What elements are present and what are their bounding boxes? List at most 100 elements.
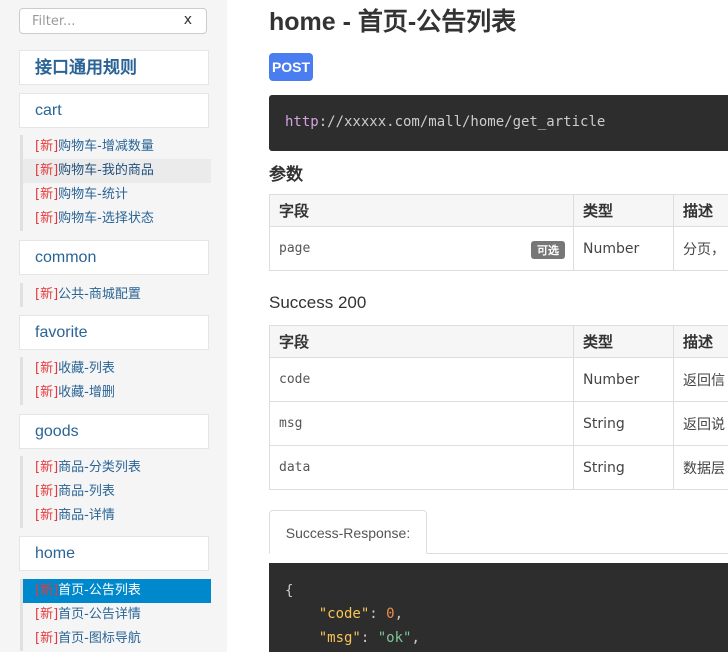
new-tag: [新] [35,385,59,400]
field-cell: msg [269,401,574,446]
nav-item-favorite-list[interactable]: [新]收藏-列表 [23,357,211,381]
nav-header-goods[interactable]: goods [19,414,209,449]
nav-header-home[interactable]: home [19,536,209,571]
url-bar: http://xxxxx.com/mall/home/get_article [269,95,728,151]
new-tag: [新] [35,287,59,302]
json-value: 0 [386,606,395,622]
nav-group-cart: [新]购物车-增减数量 [新]购物车-我的商品 [新]购物车-统计 [新]购物车… [20,135,211,231]
nav-group-favorite: [新]收藏-列表 [新]收藏-增删 [20,357,211,405]
json-key: "code" [318,606,370,622]
nav-item-home-icon-nav[interactable]: [新]首页-图标导航 [23,627,211,651]
table-header-row: 字段 类型 描述 [269,194,728,227]
filter-box: x [19,8,207,34]
endpoint-url: http://xxxxx.com/mall/home/get_article [285,114,605,130]
new-tag: [新] [35,139,59,154]
code-line: "code": 0, [285,606,403,622]
nav-header-cart[interactable]: cart [19,93,209,128]
new-tag: [新] [35,361,59,376]
nav-item-label: 购物车-选择状态 [58,211,154,226]
new-tag: [新] [35,607,59,622]
new-tag: [新] [35,460,59,475]
new-tag: [新] [35,211,59,226]
field-cell: page 可选 [269,226,574,271]
nav-item-label: 首页-图标导航 [58,631,141,646]
nav-item-cart-stats[interactable]: [新]购物车-统计 [23,183,211,207]
nav-header-common[interactable]: common [19,240,209,275]
nav-item-label: 首页-公告列表 [58,583,141,598]
nav-group-common: [新]公共-商城配置 [20,283,211,307]
params-title: 参数 [269,165,303,184]
desc-cell: 分页， [673,226,728,271]
nav-item-label: 首页-公告详情 [58,607,141,622]
table-row: code Number 返回信 [269,357,728,402]
new-tag: [新] [35,508,59,523]
table-row: msg String 返回说 [269,401,728,446]
nav-item-label: 商品-分类列表 [58,460,141,475]
nav-item-goods-list[interactable]: [新]商品-列表 [23,480,211,504]
field-cell: code [269,357,574,402]
nav-item-common-config[interactable]: [新]公共-商城配置 [23,283,211,307]
new-tag: [新] [35,631,59,646]
url-path: ://xxxxx.com/mall/home/get_article [318,114,606,130]
json-key: "msg" [318,630,361,646]
nav-item-cart-select-state[interactable]: [新]购物车-选择状态 [23,207,211,231]
response-code-block: { "code": 0, "msg": "ok", [269,563,728,652]
table-row: page 可选 Number 分页， [269,226,728,271]
json-sep: : [369,606,387,622]
nav-item-home-article-list[interactable]: [新]首页-公告列表 [23,579,211,603]
column-header-desc: 描述 [673,325,728,358]
json-sep: : [360,630,378,646]
nav-item-favorite-edit[interactable]: [新]收藏-增删 [23,381,211,405]
clear-filter-button[interactable]: x [184,12,192,28]
nav-item-cart-quantity[interactable]: [新]购物车-增减数量 [23,135,211,159]
nav-item-label: 商品-详情 [58,508,115,523]
page-title: home - 首页-公告列表 [269,8,517,36]
nav-item-cart-my-goods[interactable]: [新]购物车-我的商品 [23,159,211,183]
nav-group-home: [新]首页-公告列表 [新]首页-公告详情 [新]首页-图标导航 [20,579,211,651]
method-badge: POST [269,53,313,81]
nav-item-label: 商品-列表 [58,484,115,499]
nav-group-goods: [新]商品-分类列表 [新]商品-列表 [新]商品-详情 [20,456,211,528]
field-name: page [279,241,311,256]
table-header-row: 字段 类型 描述 [269,325,728,358]
column-header-desc: 描述 [673,194,728,227]
column-header-field: 字段 [269,194,574,227]
nav-item-label: 收藏-列表 [58,361,115,376]
table-row: data String 数据层 [269,445,728,490]
code-line: "msg": "ok", [285,630,420,646]
field-cell: data [269,445,574,490]
nav-item-label: 购物车-增减数量 [58,139,154,154]
type-cell: String [573,445,674,490]
column-header-field: 字段 [269,325,574,358]
url-scheme: http [285,114,319,130]
nav-item-home-article-detail[interactable]: [新]首页-公告详情 [23,603,211,627]
nav-item-label: 购物车-我的商品 [58,163,154,178]
new-tag: [新] [35,163,59,178]
success-table: 字段 类型 描述 code Number 返回信 msg String 返回说 … [269,325,728,490]
tab-success-response[interactable]: Success-Response: [269,510,427,554]
sidebar: x 接口通用规则 cart [新]购物车-增减数量 [新]购物车-我的商品 [新… [0,0,227,652]
json-comma: , [394,606,404,622]
nav-item-label: 购物车-统计 [58,187,128,202]
column-header-type: 类型 [573,194,674,227]
nav-item-goods-categories[interactable]: [新]商品-分类列表 [23,456,211,480]
type-cell: String [573,401,674,446]
desc-cell: 数据层 [673,445,728,490]
filter-input[interactable] [20,9,180,33]
new-tag: [新] [35,187,59,202]
desc-cell: 返回信 [673,357,728,402]
success-title: Success 200 [269,293,367,312]
nav-item-label: 公共-商城配置 [58,287,141,302]
json-value: "ok" [377,630,412,646]
optional-badge: 可选 [531,241,565,259]
code-line: { [285,583,294,599]
params-table: 字段 类型 描述 page 可选 Number 分页， [269,194,728,271]
nav-header-general-rules[interactable]: 接口通用规则 [19,50,209,85]
nav-item-label: 收藏-增删 [58,385,115,400]
nav-header-favorite[interactable]: favorite [19,315,209,350]
type-cell: Number [573,357,674,402]
new-tag: [新] [35,484,59,499]
nav-item-goods-detail[interactable]: [新]商品-详情 [23,504,211,528]
main-content: home - 首页-公告列表 POST http://xxxxx.com/mal… [227,0,728,652]
new-tag: [新] [35,583,59,598]
